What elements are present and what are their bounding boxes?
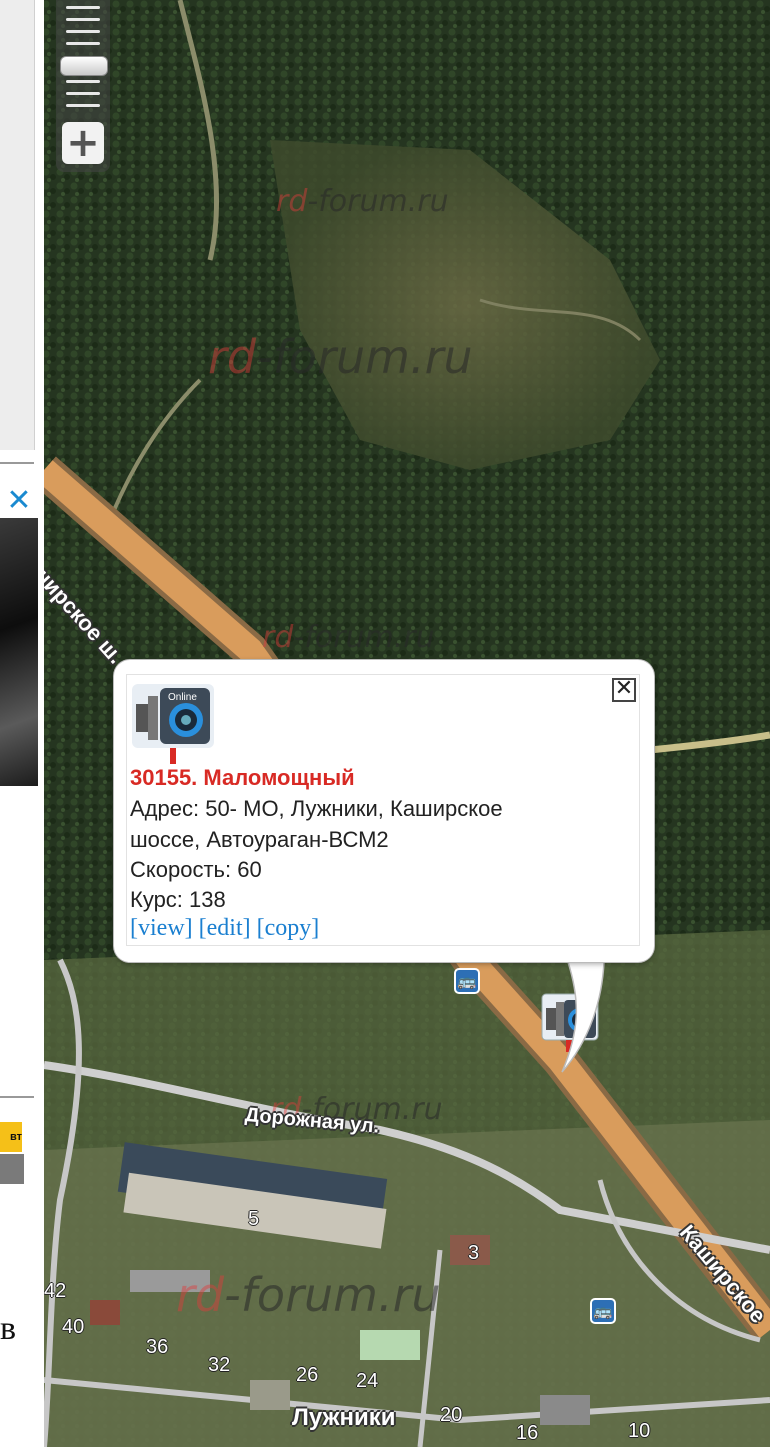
zoom-tick[interactable] (66, 92, 100, 95)
house-number: 5 (248, 1208, 260, 1230)
zoom-plus-icon[interactable]: + (62, 122, 104, 164)
popup-links: [view] [edit] [copy] (130, 915, 319, 942)
camera-speed: Скорость: 60 (130, 857, 262, 882)
zoom-control: + (56, 0, 110, 172)
person-icon[interactable] (0, 1154, 24, 1184)
zoom-tick[interactable] (66, 80, 100, 83)
bus-stop-icon[interactable]: 🚌 (590, 1298, 616, 1324)
camera-address-line-1: Адрес: 50- МО, Лужники, Каширское (130, 796, 503, 821)
watermark: rd-forum.ru (276, 184, 449, 219)
zoom-tick[interactable] (66, 30, 100, 33)
zoom-tick[interactable] (66, 18, 100, 21)
camera-course: Курс: 138 (130, 887, 226, 912)
edit-link[interactable]: [edit] (199, 915, 251, 941)
locality-label: Лужники (292, 1404, 396, 1431)
house-number: 24 (356, 1370, 379, 1392)
sidebar-divider (0, 462, 34, 464)
house-number: 40 (62, 1316, 85, 1338)
house-number: 16 (516, 1422, 539, 1444)
house-number: 42 (44, 1280, 67, 1302)
bus-stop-icon[interactable]: 🚌 (454, 968, 480, 994)
house-number: 10 (628, 1420, 651, 1442)
house-number: 32 (208, 1354, 231, 1376)
house-number: 26 (296, 1364, 319, 1386)
speed-camera-online-icon: Online (132, 684, 214, 764)
ad-close-button[interactable]: ✕ (4, 486, 34, 516)
watermark: rd-forum.ru (208, 330, 473, 384)
sidebar-panel (0, 0, 35, 450)
popup-close-button[interactable]: ✕ (612, 678, 636, 702)
zoom-tick[interactable] (66, 42, 100, 45)
copy-link[interactable]: [copy] (257, 915, 320, 941)
camera-info-popup: ✕ Online 30155. Маломощный Адрес: 50- МО… (114, 660, 654, 962)
left-sidebar: ✕ вт в (0, 0, 44, 1447)
watermark: rd-forum.ru (176, 1268, 441, 1322)
zoom-slider-thumb[interactable] (60, 56, 108, 76)
ad-badge[interactable]: вт (0, 1122, 22, 1152)
zoom-tick[interactable] (66, 6, 100, 9)
sidebar-divider (0, 1096, 34, 1098)
house-number: 20 (440, 1404, 463, 1426)
sidebar-text-fragment: в (0, 1310, 17, 1347)
camera-online-badge: Online (168, 692, 197, 703)
house-number: 3 (468, 1242, 480, 1264)
watermark: rd-forum.ru (262, 620, 435, 655)
camera-title: 30155. Маломощный (130, 765, 355, 790)
camera-address-line-2: шоссе, Автоураган-ВСМ2 (130, 827, 389, 852)
zoom-tick[interactable] (66, 104, 100, 107)
house-number: 36 (146, 1336, 169, 1358)
view-link[interactable]: [view] (130, 915, 193, 941)
ad-image[interactable] (0, 518, 38, 786)
